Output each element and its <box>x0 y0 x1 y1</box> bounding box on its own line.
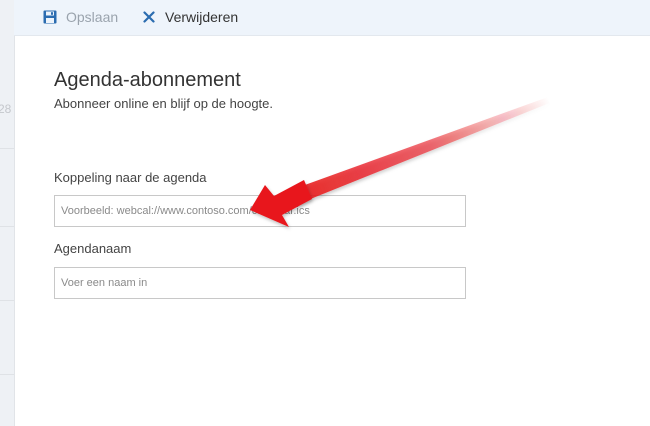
panel-title: Agenda-abonnement <box>54 69 241 91</box>
save-icon <box>42 9 58 25</box>
panel-subtitle: Abonneer online en blijf op de hoogte. <box>54 96 274 111</box>
calendar-name-label: Agendanaam <box>54 241 132 256</box>
delete-button[interactable]: Verwijderen <box>141 0 238 33</box>
background-calendar-strip: 28 <box>0 0 15 426</box>
save-button[interactable]: Opslaan <box>42 0 118 33</box>
background-divider <box>0 226 14 227</box>
background-divider <box>0 148 14 149</box>
background-divider <box>0 300 14 301</box>
calendar-name-input[interactable] <box>54 267 466 299</box>
calendar-link-label: Koppeling naar de agenda <box>54 170 207 185</box>
save-button-label: Opslaan <box>66 8 119 25</box>
delete-button-label: Verwijderen <box>165 8 239 25</box>
background-date-number: 28 <box>0 102 12 116</box>
close-icon <box>141 9 157 25</box>
command-bar: Opslaan Verwijderen <box>14 0 650 36</box>
background-divider <box>0 374 14 375</box>
calendar-link-input[interactable] <box>54 195 466 227</box>
